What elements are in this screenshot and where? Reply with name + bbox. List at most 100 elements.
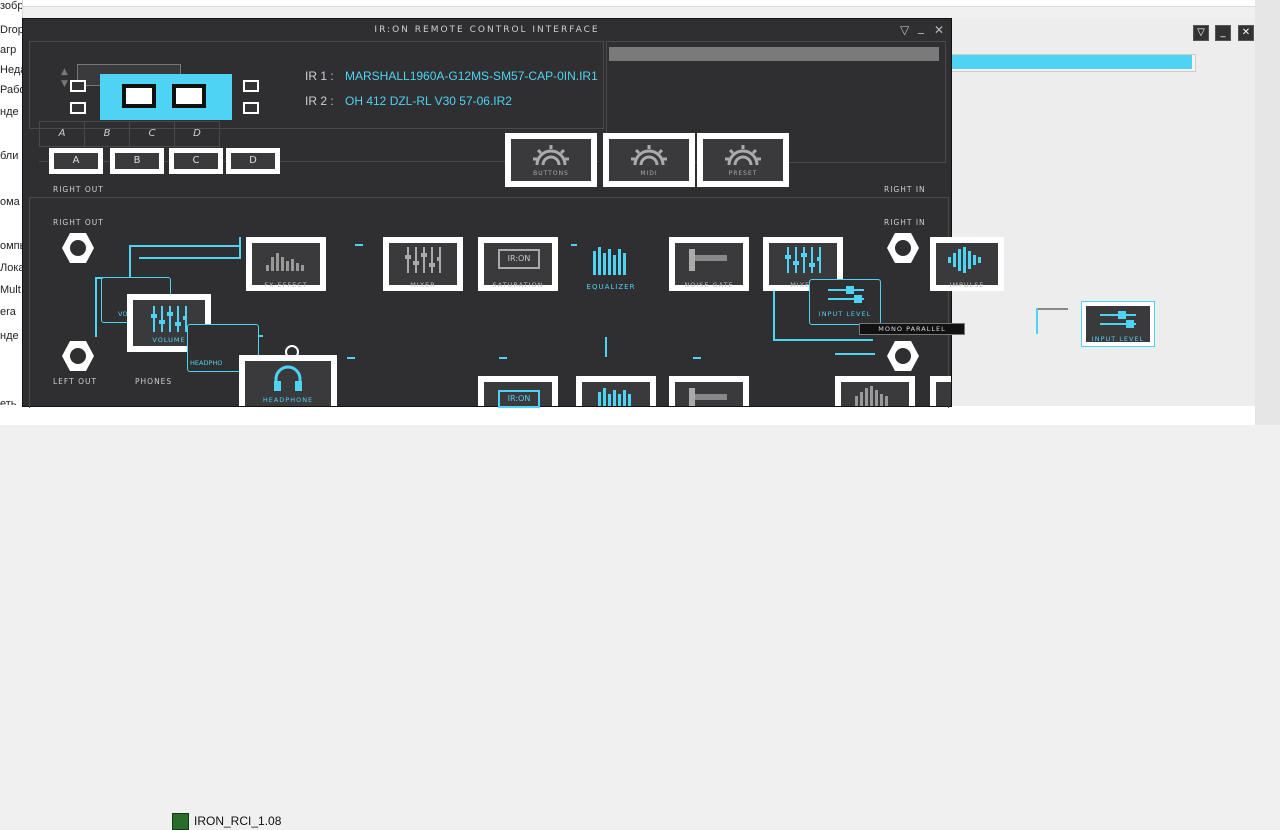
preset-d-label: D [231, 153, 275, 169]
mixer-icon [405, 247, 441, 273]
input-level-label: INPUT LEVEL [818, 310, 872, 318]
input-level-icon [828, 286, 864, 303]
sidebar-item[interactable]: нде [0, 106, 22, 118]
input-level-icon [1100, 311, 1136, 328]
arrow-up-icon[interactable]: ▲ [61, 67, 68, 77]
buttons-config-button[interactable]: BUTTONS [505, 133, 597, 187]
preset-config-button[interactable]: PRESET [697, 133, 789, 187]
sidebar-item[interactable]: зобра [0, 0, 22, 12]
equalizer-icon [598, 388, 631, 406]
fx-effect-module[interactable]: FX EFFECT [246, 237, 326, 291]
buttons-label: BUTTONS [533, 170, 569, 177]
signal-line [95, 277, 97, 337]
tab-c[interactable]: C [129, 121, 175, 147]
explorer-toolbar [0, 0, 1280, 7]
gear-icon [725, 145, 761, 165]
impulse-2-module[interactable] [930, 376, 951, 406]
ext-close-button[interactable]: ✕ [1238, 25, 1254, 41]
preset-up-left-button[interactable] [70, 80, 86, 92]
preset-number-display[interactable] [100, 74, 232, 120]
gear-icon [631, 145, 667, 165]
tab-d[interactable]: D [174, 121, 220, 147]
signal-line [239, 237, 241, 259]
equalizer-module[interactable]: EQUALIZER [571, 245, 651, 303]
noise-gate-label: NOISE GATE [684, 281, 734, 289]
connector-line [1036, 308, 1038, 334]
sidebar-item[interactable]: омпь [0, 240, 22, 252]
title-bar: IR:ON REMOTE CONTROL INTERFACE ▽ _ ✕ [23, 19, 951, 41]
preset-d-button[interactable]: D [226, 148, 280, 174]
sidebar-item[interactable]: era [0, 306, 22, 318]
signal-line [693, 357, 701, 359]
mono-parallel-badge[interactable]: MONO PARALLEL [859, 323, 965, 335]
sidebar-item[interactable]: Лока [0, 262, 22, 274]
sidebar-item[interactable]: ома [0, 196, 22, 208]
preset-up-right-button[interactable] [243, 80, 259, 92]
status-bar [609, 47, 939, 61]
right-out-jack-icon[interactable] [61, 231, 95, 265]
signal-line [499, 357, 507, 359]
preset-a-button[interactable]: A [49, 148, 103, 174]
saturation-module[interactable]: IR:ON SATURATION [478, 237, 558, 291]
sidebar-item[interactable]: Рабо [0, 84, 22, 96]
sidebar-item[interactable]: агр [0, 44, 22, 56]
ext-menu-button[interactable]: ▽ [1193, 25, 1209, 41]
arrow-down-icon[interactable]: ▼ [61, 79, 68, 89]
preset-a-label: A [54, 153, 98, 169]
input-level-module[interactable]: INPUT LEVEL [809, 279, 881, 325]
preset-b-label: B [115, 153, 159, 169]
fx-effect-icon [855, 386, 888, 406]
mixer-label: MIXER [410, 281, 436, 289]
signal-line [129, 245, 239, 247]
menu-icon[interactable]: ▽ [900, 23, 909, 37]
gear-icon [533, 145, 569, 165]
fx-effect-icon [266, 253, 304, 271]
mixer-module[interactable]: MIXER [383, 237, 463, 291]
window-title: IR:ON REMOTE CONTROL INTERFACE [374, 25, 600, 35]
tab-b[interactable]: B [84, 121, 130, 147]
fx-effect-2-module[interactable] [835, 376, 915, 406]
close-button[interactable]: ✕ [934, 23, 944, 37]
ir1-value: MARSHALL1960A-G12MS-SM57-CAP-0IN.IR1 [345, 69, 598, 83]
headphone-ghost-label: HEADPHO [190, 359, 223, 367]
volume-icon [151, 306, 187, 332]
right-out-top-label: RIGHT OUT [53, 185, 104, 194]
preset-c-button[interactable]: C [169, 148, 223, 174]
equalizer-icon [593, 247, 626, 275]
input-level-ext-module[interactable]: INPUT LEVEL [1081, 301, 1155, 347]
equalizer-2-module[interactable] [576, 376, 656, 406]
mixer-icon [785, 247, 821, 273]
ext-minimize-button[interactable]: _ [1215, 25, 1231, 41]
signal-line [773, 287, 775, 341]
right-in-jack-icon[interactable] [886, 231, 920, 265]
left-in-jack-icon[interactable] [886, 339, 920, 373]
sidebar-item[interactable]: нде [0, 330, 22, 342]
noise-gate-module[interactable]: NOISE GATE [669, 237, 749, 291]
explorer-sidebar: зобра Drop агр Неда Рабо нде бли ома омп… [0, 0, 23, 425]
impulse-label: IMPULSE [949, 281, 985, 289]
iron-app-window: IR:ON REMOTE CONTROL INTERFACE ▽ _ ✕ ▲ ▼… [22, 18, 1004, 408]
midi-config-button[interactable]: MIDI [603, 133, 695, 187]
saturation-2-module[interactable]: IR:ON [478, 376, 558, 408]
sidebar-item[interactable]: Неда [0, 64, 22, 76]
preset-down-right-button[interactable] [243, 102, 259, 114]
file-item[interactable]: IRON_RCI_1.08 [172, 812, 281, 830]
preset-b-button[interactable]: B [110, 148, 164, 174]
sidebar-item[interactable]: Mult [0, 284, 22, 296]
preset-down-left-button[interactable] [70, 102, 86, 114]
minimize-button[interactable]: _ [918, 20, 924, 34]
iron-logo-icon: IR:ON [498, 390, 540, 408]
phones-label: PHONES [135, 377, 173, 386]
midi-label: MIDI [640, 170, 658, 177]
sidebar-item[interactable]: бли [0, 150, 22, 162]
preset-label: PRESET [728, 170, 758, 177]
noise-gate-2-module[interactable] [669, 376, 749, 406]
extension-right-strip [1255, 0, 1280, 425]
headphone-module[interactable]: HEADPHONE [239, 355, 337, 406]
impulse-module[interactable]: IMPULSE [930, 237, 1004, 291]
tab-a[interactable]: A [39, 121, 85, 147]
sidebar-item[interactable]: Drop [0, 24, 22, 36]
left-out-jack-icon[interactable] [61, 339, 95, 373]
noise-gate-icon [689, 388, 727, 406]
signal-line [347, 357, 355, 359]
